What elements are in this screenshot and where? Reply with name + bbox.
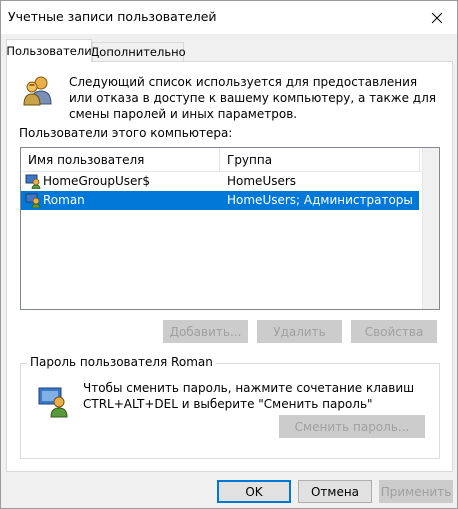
user-account-icon: [25, 174, 41, 189]
cancel-button[interactable]: Отмена: [298, 480, 372, 503]
listview-header: Имя пользователя Группа: [21, 148, 439, 172]
apply-button[interactable]: Применить: [379, 480, 453, 503]
password-groupbox: Пароль пользователя Roman Чтобы сменить …: [20, 355, 440, 459]
tab-users[interactable]: Пользователи: [6, 39, 92, 62]
cell-group: HomeUsers: [227, 174, 297, 188]
users-tab-panel: Следующий список используется для предос…: [6, 61, 453, 472]
column-header-username[interactable]: Имя пользователя: [21, 148, 220, 172]
close-button[interactable]: [417, 1, 457, 34]
tab-advanced[interactable]: Дополнительно: [90, 42, 186, 61]
cell-username: Roman: [43, 193, 85, 207]
table-row-selected[interactable]: Roman HomeUsers; Администраторы: [21, 191, 419, 210]
cell-group: HomeUsers; Администраторы: [227, 193, 413, 207]
table-row[interactable]: HomeGroupUser$ HomeUsers: [21, 172, 419, 191]
listview-scrollbar[interactable]: [422, 148, 439, 309]
add-user-button[interactable]: Добавить...: [163, 320, 248, 343]
users-listview[interactable]: Имя пользователя Группа HomeGroupUser$ H…: [20, 147, 440, 310]
window-title: Учетные записи пользователей: [8, 9, 217, 24]
remove-user-button[interactable]: Удалить: [257, 320, 342, 343]
cell-username: HomeGroupUser$: [43, 174, 150, 188]
ok-button[interactable]: OK: [217, 480, 291, 503]
column-header-group[interactable]: Группа: [220, 148, 420, 172]
change-password-button[interactable]: Сменить пароль...: [279, 415, 425, 438]
password-instructions: Чтобы сменить пароль, нажмите сочетание …: [83, 381, 415, 411]
user-account-icon: [25, 193, 41, 208]
user-accounts-dialog: Учетные записи пользователей Пользовател…: [0, 0, 458, 509]
user-password-icon: [38, 387, 68, 418]
password-groupbox-title: Пароль пользователя Roman: [27, 355, 216, 369]
close-icon: [431, 12, 443, 23]
users-list-label: Пользователи этого компьютера:: [19, 126, 233, 140]
title-bar: Учетные записи пользователей: [1, 1, 457, 34]
intro-text: Следующий список используется для предос…: [69, 75, 436, 121]
user-properties-button[interactable]: Свойства: [351, 320, 437, 343]
users-icon: [23, 76, 52, 106]
